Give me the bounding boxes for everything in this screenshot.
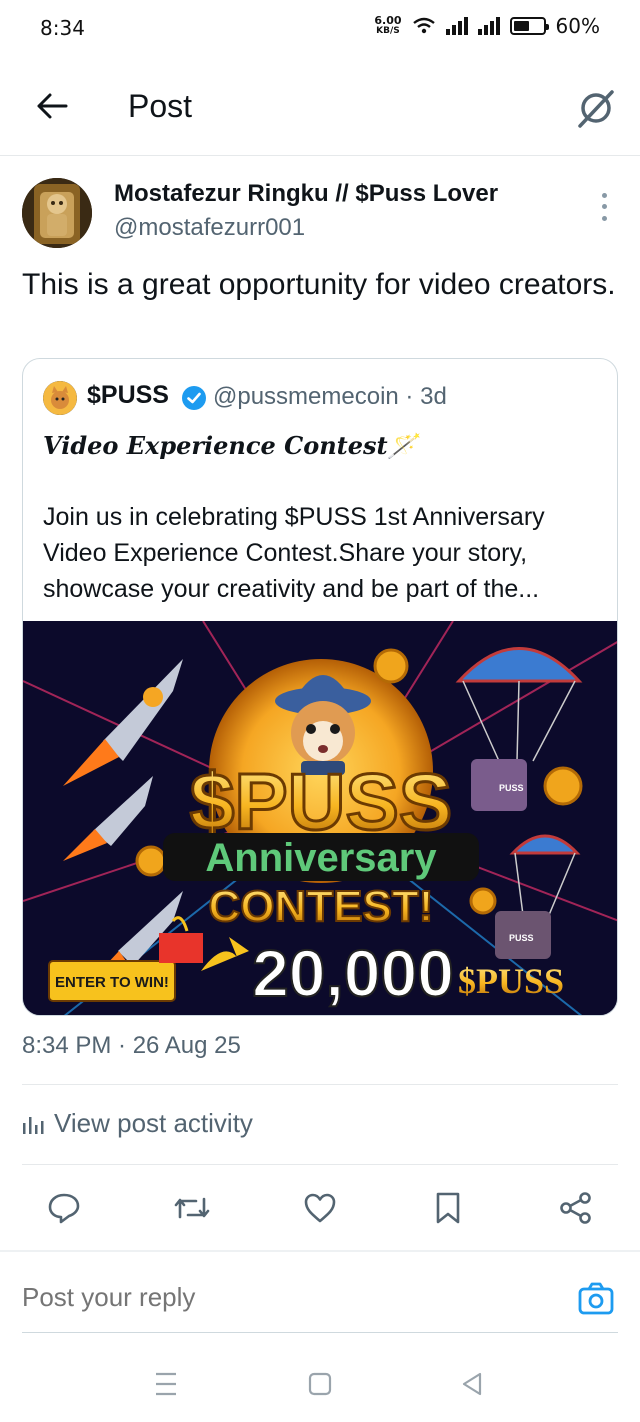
menu-icon: [156, 1372, 176, 1396]
battery-fill: [513, 21, 529, 31]
nav-home-button[interactable]: [304, 1362, 336, 1406]
action-bar: [0, 1178, 640, 1238]
nav-menu-button[interactable]: [150, 1362, 182, 1406]
reply-input[interactable]: [22, 1282, 522, 1313]
page-title: Post: [128, 88, 193, 124]
network-speed: 6.00 KB/S: [374, 14, 402, 36]
reply-divider-top: [0, 1250, 640, 1252]
bookmark-button[interactable]: [418, 1178, 478, 1238]
camera-button[interactable]: [574, 1278, 618, 1322]
banner-contest: CONTEST!: [209, 882, 434, 931]
prize-token: $PUSS: [458, 961, 564, 1001]
nav-back-button[interactable]: [456, 1362, 488, 1406]
grok-button[interactable]: [572, 84, 620, 132]
back-button[interactable]: [30, 84, 74, 128]
post-text: This is a great opportunity for video cr…: [22, 268, 616, 301]
banner-headline: $PUSS: [190, 757, 452, 846]
crate-label-2: PUSS: [509, 933, 534, 943]
speed-value: 6.00: [374, 14, 402, 27]
analytics-icon: [23, 1116, 44, 1134]
author-name[interactable]: Mostafezur Ringku // $Puss Lover: [114, 180, 498, 208]
contest-banner: PUSS PUSS $PUSS Anniversary CONTEST! ENT…: [23, 621, 617, 1015]
author-avatar[interactable]: [22, 178, 92, 248]
activity-label: View post activity: [54, 1108, 253, 1138]
quoted-post[interactable]: $PUSS @pussmemecoin · 3d Video Experienc…: [22, 358, 618, 1016]
cat-logo-icon: [43, 381, 77, 415]
verified-badge-icon: [182, 386, 206, 410]
speed-unit: KB/S: [376, 26, 400, 36]
quote-avatar[interactable]: [43, 381, 77, 415]
status-icons: 6.00 KB/S 60%: [374, 14, 600, 38]
bookmark-icon: [436, 1192, 460, 1224]
signal-icon-2: [477, 17, 500, 35]
reply-button[interactable]: [34, 1178, 94, 1238]
crate-label-1: PUSS: [499, 783, 524, 793]
avatar-image: [22, 178, 92, 248]
quote-title: Video Experience Contest🪄: [43, 431, 418, 460]
share-icon: [560, 1192, 591, 1224]
arrow-left-icon: [37, 93, 68, 119]
share-button[interactable]: [546, 1178, 606, 1238]
battery-percent: 60%: [555, 14, 600, 38]
banner-subtitle: Anniversary: [205, 836, 437, 880]
status-time: 8:34: [40, 16, 85, 40]
prize-amount: 20,000: [252, 936, 454, 1010]
repost-icon: [174, 1197, 210, 1219]
view-post-activity-button[interactable]: View post activity: [22, 1108, 253, 1139]
battery-icon: [509, 17, 549, 35]
enter-to-win-text: ENTER TO WIN!: [55, 974, 169, 991]
reply-icon: [48, 1193, 80, 1224]
quote-handle-time[interactable]: @pussmemecoin · 3d: [213, 383, 447, 411]
quote-author-name[interactable]: $PUSS: [87, 381, 169, 410]
repost-button[interactable]: [162, 1178, 222, 1238]
activity-divider: [22, 1164, 618, 1165]
more-options-button[interactable]: [592, 190, 616, 224]
reply-underline: [22, 1332, 618, 1333]
wifi-icon: [412, 17, 435, 34]
heart-icon: [304, 1193, 336, 1223]
like-button[interactable]: [290, 1178, 350, 1238]
camera-icon: [578, 1282, 614, 1315]
header-divider: [0, 155, 640, 156]
square-icon: [308, 1372, 332, 1396]
post-timestamp[interactable]: 8:34 PM · 26 Aug 25: [22, 1032, 241, 1060]
signal-icon: [445, 17, 468, 35]
grok-icon: [578, 90, 614, 128]
meta-divider: [22, 1084, 618, 1085]
quote-media-image[interactable]: PUSS PUSS $PUSS Anniversary CONTEST! ENT…: [23, 621, 617, 1015]
triangle-back-icon: [462, 1372, 482, 1396]
author-handle[interactable]: @mostafezurr001: [114, 214, 305, 242]
quote-body: Join us in celebrating $PUSS 1st Anniver…: [43, 503, 545, 603]
